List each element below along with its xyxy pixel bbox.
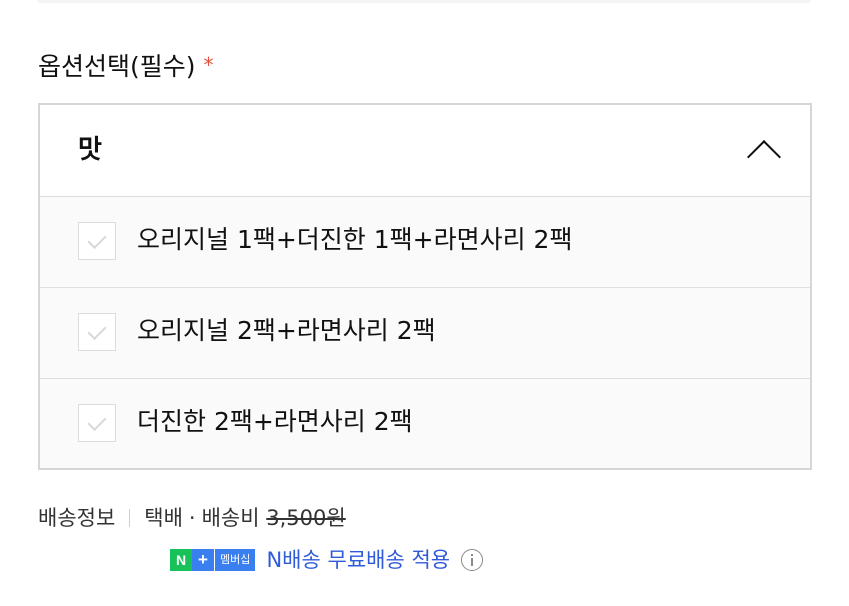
check-icon [87, 411, 107, 432]
option-item-label: 오리지널 2팩+라면사리 2팩 [137, 316, 436, 345]
option-checkbox[interactable] [78, 313, 116, 351]
shipping-info-label: 배송정보 [38, 506, 116, 530]
membership-badge-text: 멤버십 [214, 549, 256, 571]
top-divider [38, 0, 810, 3]
shipping-separator: · [188, 506, 196, 530]
shipping-divider [129, 509, 131, 527]
membership-badge: N + 멤버십 [170, 549, 256, 571]
shipping-method: 택배 [144, 506, 183, 530]
option-section-title: 옵션선택(필수) * [38, 50, 214, 85]
membership-shipping-text: N배송 무료배송 적용 [266, 548, 451, 572]
check-icon [87, 320, 107, 341]
npay-n-icon: N [170, 549, 192, 571]
shipping-fee-label: 배송비 [201, 506, 260, 530]
option-section-title-text: 옵션선택(필수) [38, 52, 196, 81]
shipping-info: 배송정보 택배 · 배송비 3,500원 [38, 503, 346, 533]
option-item[interactable]: 오리지널 1팩+더진한 1팩+라면사리 2팩 [40, 197, 810, 288]
npay-plus-icon: + [192, 549, 214, 571]
option-item-label: 더진한 2팩+라면사리 2팩 [137, 407, 413, 436]
option-item-label: 오리지널 1팩+더진한 1팩+라면사리 2팩 [137, 225, 573, 254]
option-checkbox[interactable] [78, 404, 116, 442]
option-dropdown: 맛 오리지널 1팩+더진한 1팩+라면사리 2팩 오리지널 2팩+라면사리 2팩… [38, 103, 812, 470]
info-icon[interactable] [461, 549, 484, 571]
chevron-up-icon[interactable] [747, 140, 781, 174]
required-mark: * [203, 53, 214, 77]
shipping-fee-original: 3,500원 [266, 506, 346, 530]
option-dropdown-label: 맛 [78, 135, 102, 165]
option-item[interactable]: 오리지널 2팩+라면사리 2팩 [40, 288, 810, 379]
option-item[interactable]: 더진한 2팩+라면사리 2팩 [40, 379, 810, 468]
option-dropdown-header[interactable]: 맛 [40, 105, 810, 197]
membership-shipping: N + 멤버십 N배송 무료배송 적용 [170, 545, 484, 579]
check-icon [87, 229, 107, 250]
option-checkbox[interactable] [78, 222, 116, 260]
